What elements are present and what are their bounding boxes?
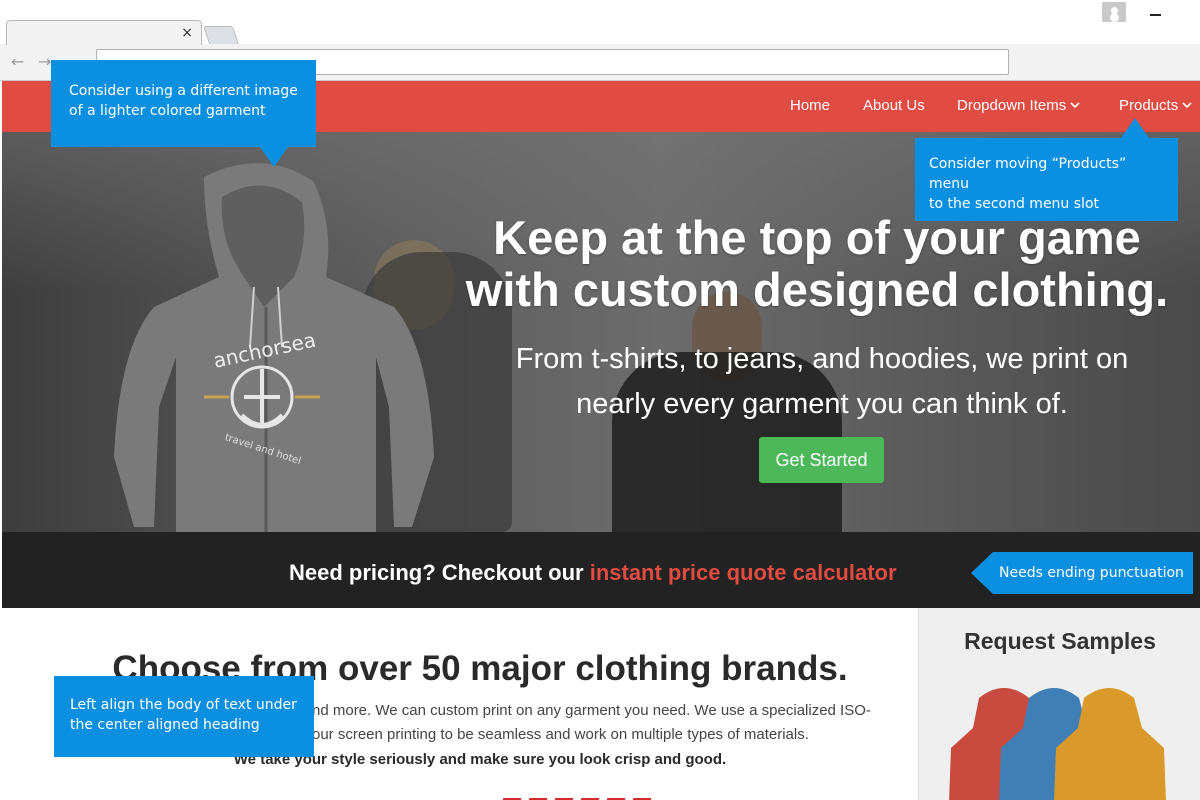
brands-body-line1: nd more. We can custom print on any garm… (312, 702, 871, 719)
nav-products[interactable]: Products (1119, 96, 1192, 116)
annotation-punctuation-line1: Needs ending punctuation (999, 565, 1184, 581)
nav-products-label: Products (1119, 97, 1179, 114)
annotation-alignment: Left align the body of text under the ce… (54, 676, 314, 757)
chevron-down-icon (1070, 102, 1080, 109)
annotation-alignment-line2: the center aligned heading (70, 717, 260, 733)
pricing-prompt: Need pricing? Checkout our (289, 560, 590, 585)
hero-subtitle: From t-shirts, to jeans, and hoodies, we… (472, 337, 1172, 427)
annotation-punctuation: Needs ending punctuation (971, 552, 1193, 594)
back-icon[interactable]: ← (11, 52, 24, 71)
sample-hoodies-image[interactable] (949, 678, 1199, 800)
annotation-alignment-line1: Left align the body of text under (70, 697, 297, 713)
hero-title-line2: with custom designed clothing. (465, 263, 1169, 316)
nav-dropdown-label: Dropdown Items (957, 97, 1067, 114)
browser-tab[interactable]: × (6, 20, 202, 45)
request-samples-panel: Request Samples (918, 608, 1200, 800)
hero-title: Keep at the top of your game with custom… (432, 212, 1200, 316)
brands-body-line2: our screen printing to be seamless and w… (312, 726, 809, 743)
get-started-button[interactable]: Get Started (759, 437, 884, 483)
hero-subtitle-line1: From t-shirts, to jeans, and hoodies, we… (515, 343, 1129, 375)
hoodie-image: anchorsea travel and hotel (114, 163, 434, 532)
chevron-down-icon (1182, 102, 1192, 109)
price-calculator-link[interactable]: instant price quote calculator (590, 560, 897, 585)
annotation-products-menu: Consider moving “Products” menu to the s… (915, 118, 1178, 221)
brand-logos (500, 793, 882, 800)
pricing-text: Need pricing? Checkout our instant price… (289, 559, 897, 587)
annotation-garment: Consider using a different image of a li… (51, 60, 316, 167)
annotation-garment-line2: of a lighter colored garment (69, 103, 266, 119)
annotation-products-line2: to the second menu slot (929, 196, 1099, 212)
annotation-garment-line1: Consider using a different image (69, 83, 298, 99)
nav-home-label: Home (790, 97, 831, 114)
brands-body: nd more. We can custom print on any garm… (312, 699, 897, 747)
nav-about-label: About Us (863, 97, 925, 114)
forward-icon[interactable]: → (38, 52, 51, 71)
nav-about-us[interactable]: About Us (863, 96, 925, 116)
nav-dropdown-items[interactable]: Dropdown Items (957, 96, 1080, 116)
samples-heading: Request Samples (964, 628, 1156, 654)
user-icon[interactable] (1102, 2, 1126, 22)
minimize-icon[interactable] (1150, 14, 1161, 16)
new-tab-button[interactable] (203, 26, 239, 44)
close-icon[interactable]: × (181, 25, 193, 41)
hero-subtitle-line2: nearly every garment you can think of. (576, 388, 1068, 420)
annotation-products-line1: Consider moving “Products” menu (929, 156, 1127, 192)
nav-home[interactable]: Home (790, 96, 830, 116)
